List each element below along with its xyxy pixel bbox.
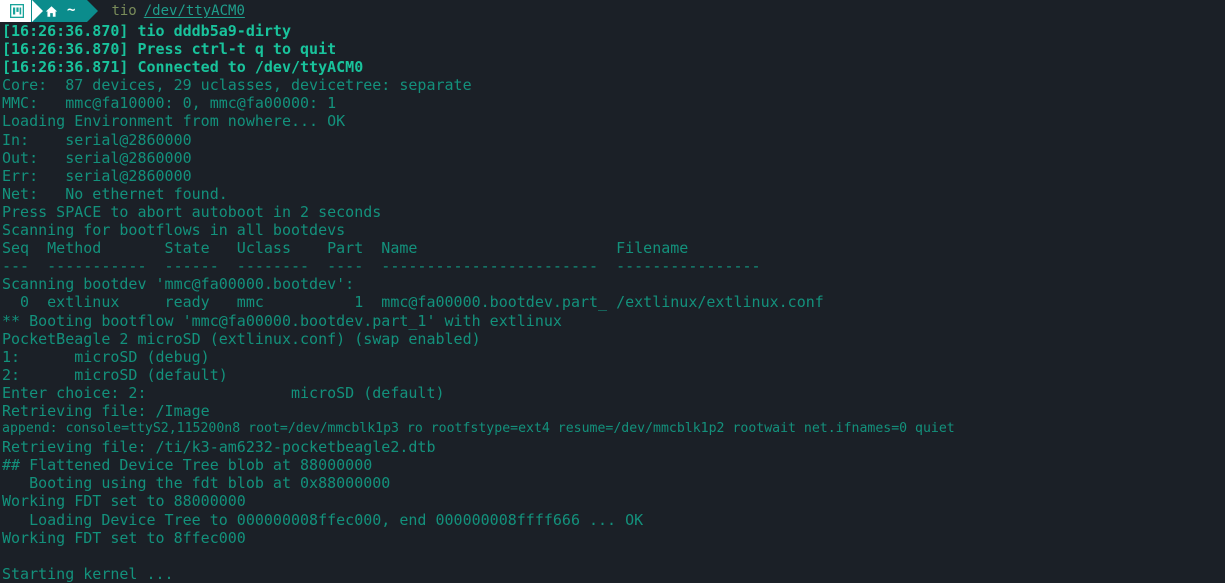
terminal-line: Retrieving file: /Image [2, 401, 210, 420]
terminal-line: append: console=ttyS2,115200n8 root=/dev… [2, 421, 955, 437]
terminal-line: Press SPACE to abort autoboot in 2 secon… [2, 202, 382, 221]
terminal-line: Scanning bootdev 'mmc@fa00000.bootdev': [2, 275, 355, 294]
terminal-line: Working FDT set to 8ffec000 [2, 528, 246, 547]
path-segment-label: ~ [67, 2, 76, 18]
terminal-line: Starting kernel ... [2, 564, 174, 583]
terminal-output[interactable]: [16:26:36.870] tio dddb5a9-dirty [16:26:3… [0, 22, 1225, 583]
terminal-line: Scanning for bootflows in all bootdevs [2, 221, 346, 240]
terminal-line: 1: microSD (debug) [2, 347, 210, 366]
title-command: tio [111, 3, 137, 19]
home-icon [45, 5, 58, 18]
terminal-line: Booting using the fdt blob at 0x88000000 [2, 474, 391, 493]
terminal-line: In: serial@2860000 [2, 130, 192, 149]
terminal-line: ## Flattened Device Tree blob at 8800000… [2, 456, 373, 475]
title-text: tio /dev/ttyACM0 [111, 0, 244, 22]
terminal-window-icon [10, 4, 24, 18]
terminal-line: Retrieving file: /ti/k3-am6232-pocketbea… [2, 438, 436, 457]
title-device: /dev/ttyACM0 [143, 3, 245, 19]
terminal-line: 0 extlinux ready mmc 1 mmc@fa00000.bootd… [2, 293, 824, 312]
terminal-line: Core: 87 devices, 29 uclasses, devicetre… [2, 76, 472, 95]
terminal-line: Out: serial@2860000 [2, 148, 192, 167]
terminal-line: [16:26:36.870] tio dddb5a9-dirty [2, 22, 291, 40]
terminal-line: Working FDT set to 88000000 [2, 492, 246, 511]
terminal-line: [16:26:36.870] Press ctrl-t q to quit [2, 40, 337, 59]
terminal-line: MMC: mmc@fa10000: 0, mmc@fa00000: 1 [2, 94, 337, 113]
terminal-line: Loading Environment from nowhere... OK [2, 112, 346, 131]
terminal-icon-segment[interactable] [0, 0, 43, 22]
terminal-line: Seq Method State Uclass Part Name Filena… [2, 239, 689, 258]
terminal-line: 2: microSD (default) [2, 365, 228, 384]
terminal-line: Loading Device Tree to 000000008ffec000,… [2, 510, 644, 529]
titlebar: ~ tio /dev/ttyACM0 [0, 0, 1225, 22]
terminal-line: --- ----------- ------ -------- ---- ---… [2, 257, 761, 276]
terminal-line: Net: No ethernet found. [2, 184, 228, 203]
terminal-line: ** Booting bootflow 'mmc@fa00000.bootdev… [2, 311, 562, 330]
terminal-line: Enter choice: 2: microSD (default) [2, 383, 445, 402]
terminal-line: [16:26:36.871] Connected to /dev/ttyACM0 [2, 58, 364, 77]
terminal-line: Err: serial@2860000 [2, 166, 192, 185]
terminal-line: PocketBeagle 2 microSD (extlinux.conf) (… [2, 329, 481, 348]
